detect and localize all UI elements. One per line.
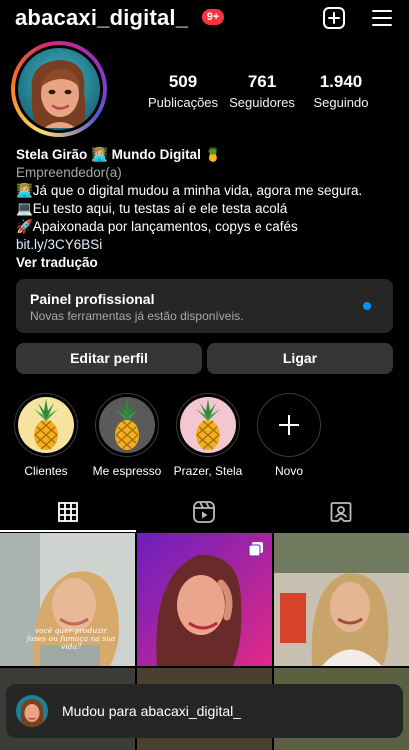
toast-message: Mudou para abacaxi_digital_ bbox=[62, 703, 242, 719]
call-button[interactable]: Ligar bbox=[207, 343, 393, 374]
profile-avatar bbox=[18, 48, 100, 130]
username-switcher[interactable]: abacaxi_digital_ bbox=[15, 5, 188, 31]
pineapple-icon bbox=[180, 397, 236, 453]
new-indicator-dot bbox=[363, 302, 371, 310]
followers-count-value: 761 bbox=[247, 72, 277, 91]
followers-count-label: Seguidores bbox=[229, 95, 295, 110]
grid-icon bbox=[58, 502, 78, 522]
new-highlight-button[interactable]: Novo bbox=[257, 393, 321, 478]
highlight-prazer-stela[interactable]: Prazer, Stela bbox=[174, 393, 242, 478]
profile-tabs bbox=[0, 492, 409, 532]
tab-reels[interactable] bbox=[136, 492, 272, 532]
tab-posts-grid[interactable] bbox=[0, 492, 136, 532]
followers-count[interactable]: 761 Seguidores bbox=[222, 72, 302, 110]
tagged-icon bbox=[330, 502, 352, 522]
profile-category: Empreendedor(a) bbox=[16, 165, 122, 180]
notification-badge[interactable]: 9+ bbox=[202, 9, 224, 25]
pineapple-icon bbox=[18, 397, 74, 453]
account-switched-toast: Mudou para abacaxi_digital_ bbox=[6, 684, 403, 738]
following-count-value: 1.940 bbox=[319, 72, 363, 91]
professional-dashboard[interactable]: Painel profissional Novas ferramentas já… bbox=[16, 279, 393, 333]
bio-line: 💻Eu testo aqui, tu testas aí e ele testa… bbox=[16, 201, 288, 216]
posts-count-label: Publicações bbox=[147, 95, 219, 110]
post-thumbnail[interactable]: você quer produzir fases ou fumaça na su… bbox=[0, 533, 135, 666]
post-thumbnail[interactable] bbox=[274, 533, 409, 666]
posts-count[interactable]: 509 Publicações bbox=[143, 72, 223, 110]
highlight-label: Novo bbox=[274, 464, 303, 478]
highlight-me-espresso[interactable]: Me espresso bbox=[93, 393, 161, 478]
profile-header: abacaxi_digital_ 9+ bbox=[0, 0, 409, 36]
dashboard-title: Painel profissional bbox=[30, 291, 155, 307]
bio-line: 👩🏼‍💻Já que o digital mudou a minha vida,… bbox=[16, 183, 363, 198]
highlight-clientes[interactable]: Clientes bbox=[14, 393, 78, 478]
hamburger-menu-icon[interactable] bbox=[370, 6, 394, 30]
pineapple-icon bbox=[99, 397, 155, 453]
plus-box-icon[interactable] bbox=[322, 6, 346, 30]
post-thumbnail[interactable] bbox=[137, 533, 272, 666]
display-name: Stela Girão 👩🏼‍💻 Mundo Digital 🍍 bbox=[16, 147, 222, 162]
following-count[interactable]: 1.940 Seguindo bbox=[301, 72, 381, 110]
posts-count-value: 509 bbox=[168, 72, 198, 91]
see-translation-link[interactable]: Ver tradução bbox=[16, 254, 401, 272]
profile-bio: Stela Girão 👩🏼‍💻 Mundo Digital 🍍 Empreen… bbox=[16, 146, 401, 272]
tab-tagged[interactable] bbox=[273, 492, 409, 532]
active-tab-indicator bbox=[0, 530, 136, 532]
following-count-label: Seguindo bbox=[313, 95, 369, 110]
dashboard-subtitle: Novas ferramentas já estão disponíveis. bbox=[30, 309, 244, 323]
post-caption-overlay: você quer produzir fases ou fumaça na su… bbox=[26, 626, 116, 651]
bio-link[interactable]: bit.ly/3CY6BSi bbox=[16, 236, 401, 254]
carousel-icon bbox=[248, 542, 263, 557]
reels-icon bbox=[193, 501, 215, 523]
bio-line: 🚀Apaixonada por lançamentos, copys e caf… bbox=[16, 219, 298, 234]
story-ring[interactable] bbox=[11, 41, 107, 137]
plus-icon bbox=[279, 415, 299, 435]
edit-profile-button[interactable]: Editar perfil bbox=[16, 343, 202, 374]
toast-avatar bbox=[16, 695, 48, 727]
